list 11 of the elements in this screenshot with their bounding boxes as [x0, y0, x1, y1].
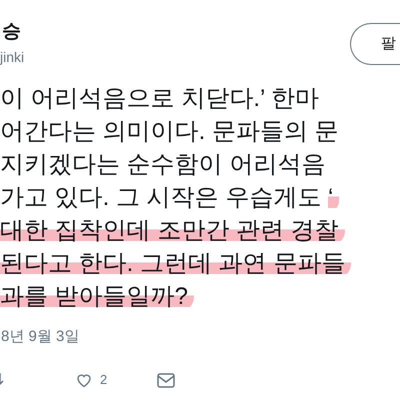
tweet-text: 지키겠다는 순수함이 어리석음 [0, 150, 326, 178]
author-handle: jinki [0, 48, 24, 66]
tweet-date: 8년 9월 3일 [0, 327, 80, 347]
tweet-text: 이 어리석음으로 치닫다.’ 한마 [0, 84, 320, 112]
heart-icon[interactable] [76, 372, 92, 388]
tweet-text: 가고 있다. 그 시작은 우습게도 [0, 184, 322, 212]
author-name[interactable]: 승 [0, 20, 24, 44]
follow-button[interactable]: 팔 [350, 23, 400, 65]
like-count: 2 [100, 371, 108, 390]
tweet-text: 어간다는 의미이다. 문파들의 문 [0, 118, 339, 146]
mail-icon[interactable] [157, 372, 176, 388]
